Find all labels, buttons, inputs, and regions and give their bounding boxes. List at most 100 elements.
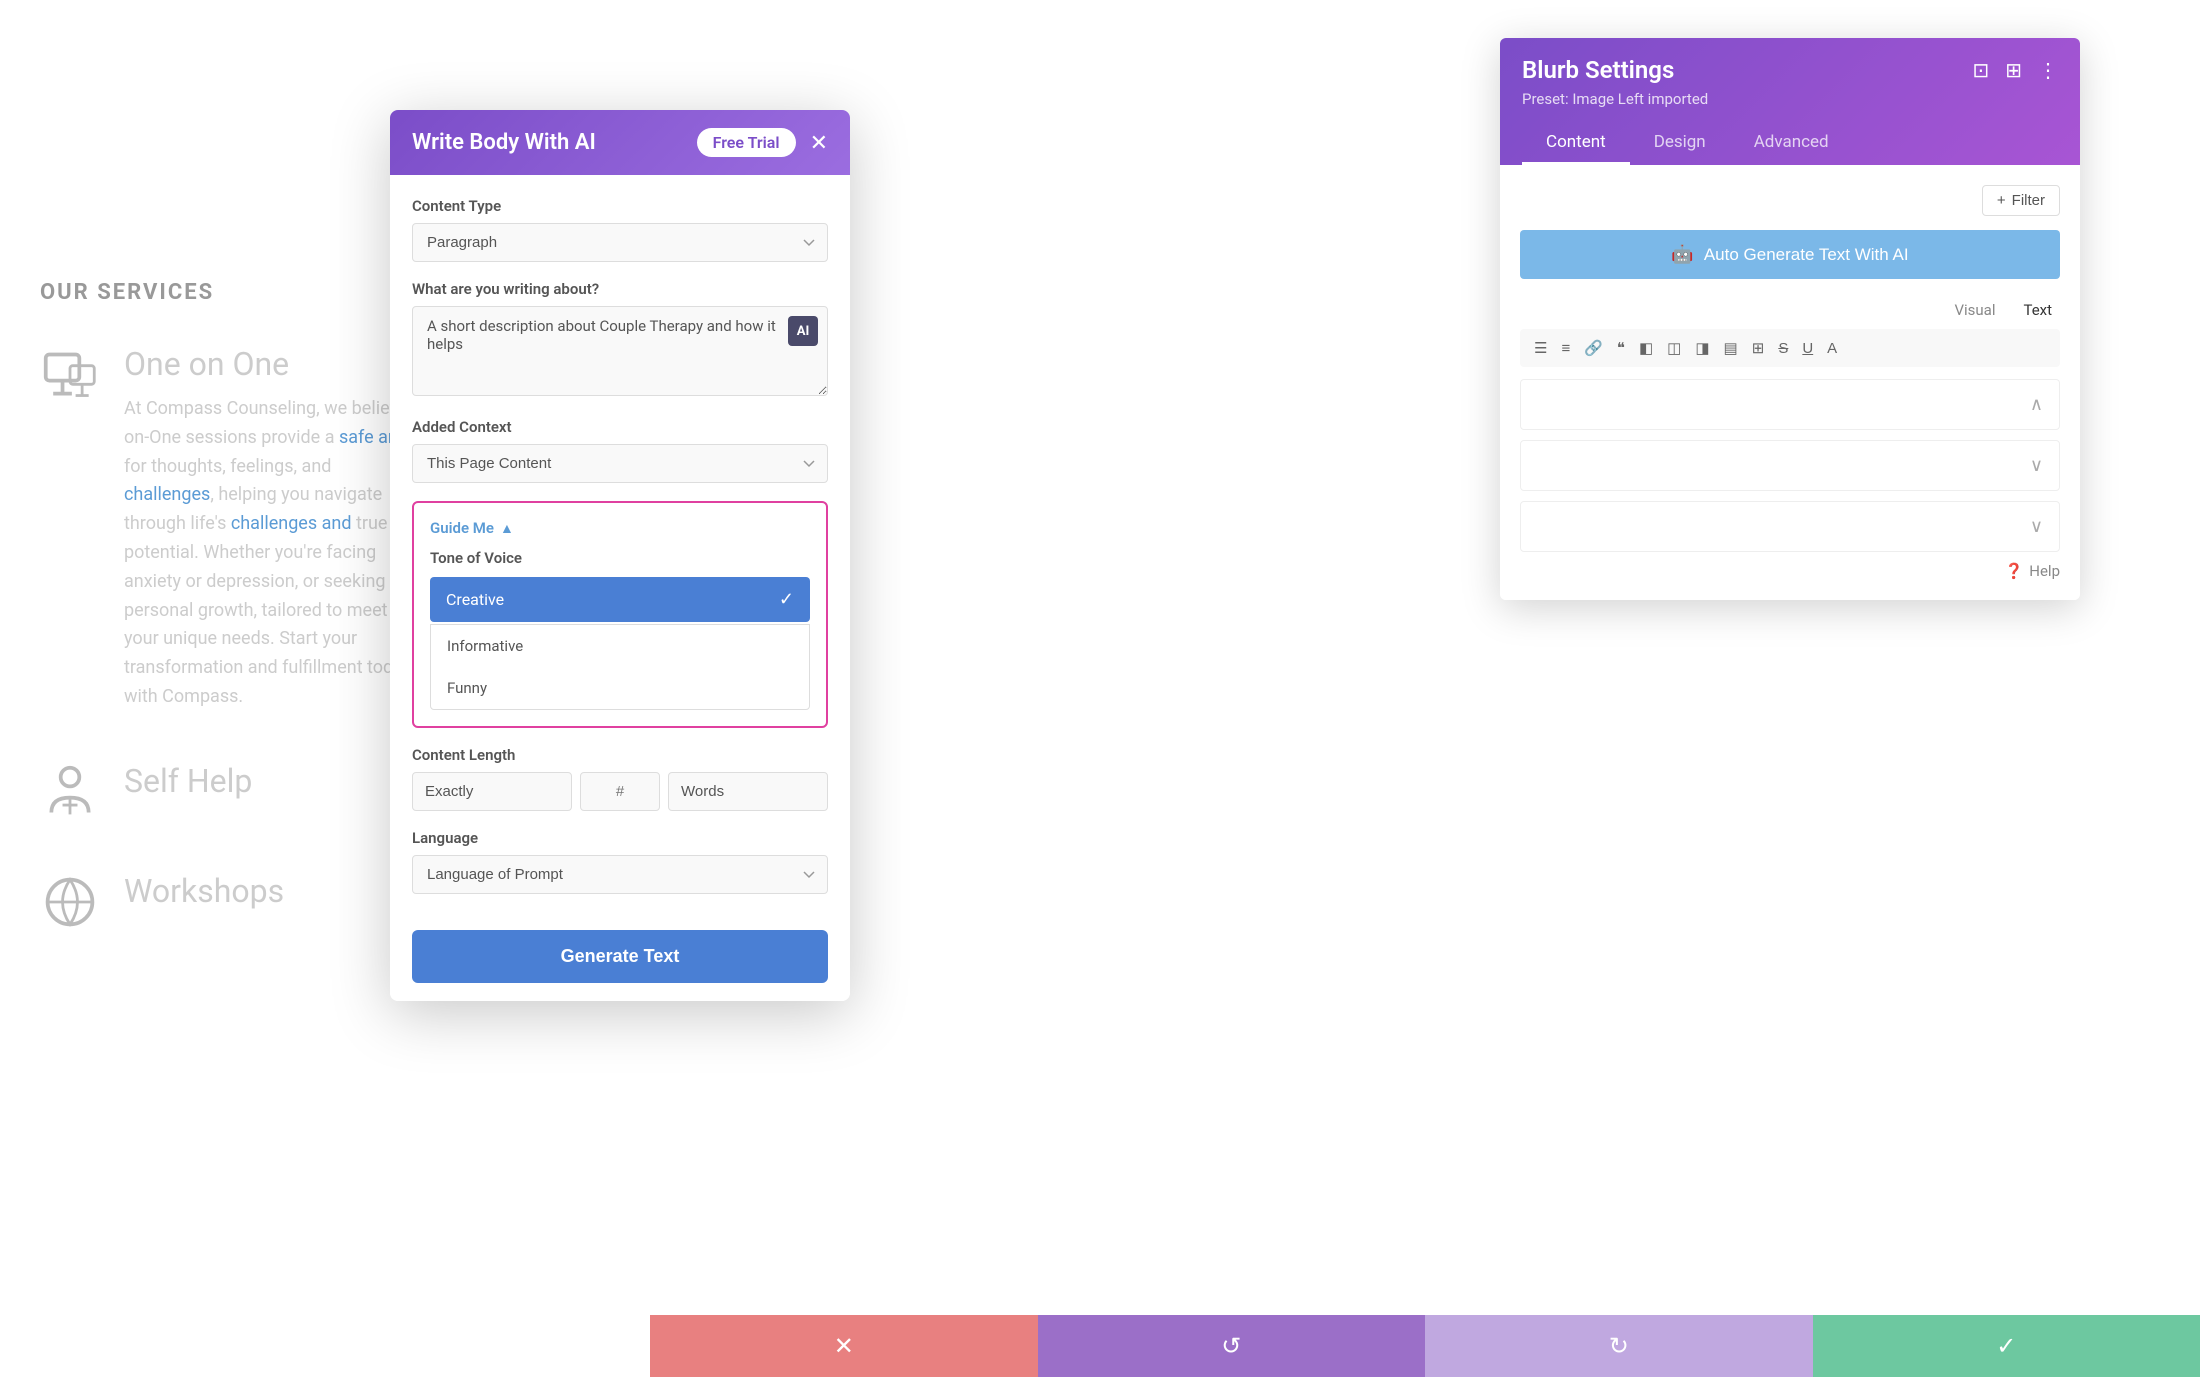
writing-about-textarea[interactable]: A short description about Couple Therapy…	[412, 306, 828, 396]
one-on-one-icon	[40, 345, 100, 405]
toolbar-underline[interactable]: U	[1798, 338, 1817, 359]
tab-content[interactable]: Content	[1522, 122, 1630, 165]
modal-header: Write Body With AI Free Trial ✕	[390, 110, 850, 175]
more-icon[interactable]: ⋮	[2038, 58, 2058, 82]
text-tab[interactable]: Text	[2015, 297, 2060, 323]
free-trial-badge[interactable]: Free Trial	[697, 128, 796, 157]
modal-title: Write Body With AI	[412, 130, 596, 155]
content-length-type-select[interactable]: Exactly Around At Least At Most	[412, 772, 572, 811]
writing-about-label: What are you writing about?	[412, 280, 828, 298]
check-confirm-icon: ✓	[1996, 1332, 2016, 1361]
toolbar-list-ol[interactable]: ≡	[1557, 338, 1574, 359]
content-length-row: Exactly Around At Least At Most Words Se…	[412, 772, 828, 811]
service-one-on-one-description: At Compass Counseling, we believe on-One…	[124, 395, 420, 712]
modal-close-button[interactable]: ✕	[810, 132, 828, 154]
action-confirm-button[interactable]: ✓	[1813, 1315, 2200, 1377]
toolbar-table[interactable]: ⊞	[1748, 337, 1769, 359]
added-context-field: Added Context This Page Content None Cus…	[412, 418, 828, 501]
toolbar-link[interactable]: 🔗	[1580, 337, 1607, 359]
action-close-button[interactable]: ✕	[650, 1315, 1038, 1377]
action-redo-button[interactable]: ↻	[1425, 1315, 1813, 1377]
language-label: Language	[412, 829, 828, 847]
filter-label: Filter	[2012, 192, 2045, 209]
content-length-number-input[interactable]	[580, 772, 660, 811]
write-body-modal: Write Body With AI Free Trial ✕ Content …	[390, 110, 850, 1001]
sidebar-content: OUR SERVICES One on One At Compass Couns…	[40, 280, 420, 982]
toolbar-align-right[interactable]: ◨	[1691, 337, 1713, 359]
tab-advanced[interactable]: Advanced	[1730, 122, 1853, 165]
close-icon: ✕	[834, 1332, 854, 1361]
modal-header-right: Free Trial ✕	[697, 128, 828, 157]
guide-me-section: Guide Me ▲ Tone of Voice Creative ✓ Info…	[412, 501, 828, 728]
undo-icon: ↺	[1221, 1332, 1241, 1361]
filter-button[interactable]: + Filter	[1982, 185, 2060, 216]
action-undo-button[interactable]: ↺	[1038, 1315, 1426, 1377]
blurb-body: + Filter 🤖 Auto Generate Text With AI Vi…	[1500, 165, 2080, 600]
visual-tab[interactable]: Visual	[1946, 297, 2003, 323]
tone-of-voice-label: Tone of Voice	[430, 549, 810, 567]
tone-option-informative[interactable]: Informative	[431, 625, 809, 667]
help-row: ❓ Help	[1520, 562, 2060, 580]
help-label[interactable]: Help	[2029, 562, 2060, 580]
auto-generate-button[interactable]: 🤖 Auto Generate Text With AI	[1520, 230, 2060, 279]
service-workshops-title: Workshops	[124, 872, 284, 910]
toolbar-strike[interactable]: S	[1774, 338, 1792, 359]
toolbar-color[interactable]: A	[1823, 338, 1841, 359]
editor-toolbar: ☰ ≡ 🔗 ❝ ◧ ◫ ◨ ▤ ⊞ S U A	[1520, 329, 2060, 367]
blurb-preset: Preset: Image Left imported	[1522, 90, 2058, 108]
collapsed-section-2[interactable]: ∨	[1520, 440, 2060, 491]
workshops-icon	[40, 872, 100, 932]
tone-dropdown-container: Creative ✓ Informative Funny	[430, 577, 810, 710]
blurb-tabs: Content Design Advanced	[1522, 122, 2058, 165]
action-bar: ✕ ↺ ↻ ✓	[650, 1315, 2200, 1377]
toolbar-align-left[interactable]: ◧	[1635, 337, 1657, 359]
content-length-unit-select[interactable]: Words Sentences Paragraphs	[668, 772, 828, 811]
redo-icon: ↻	[1609, 1332, 1629, 1361]
guide-me-label[interactable]: Guide Me	[430, 519, 494, 537]
guide-me-header: Guide Me ▲	[430, 519, 810, 537]
collapsed-section-1[interactable]: ∧	[1520, 379, 2060, 430]
language-select[interactable]: Language of Prompt English Spanish Frenc…	[412, 855, 828, 894]
modal-body: Content Type Paragraph List Heading What…	[390, 175, 850, 1001]
blurb-header: Blurb Settings ⊡ ⊞ ⋮ Preset: Image Left …	[1500, 38, 2080, 165]
writing-about-wrapper: A short description about Couple Therapy…	[412, 306, 828, 400]
resize-icon[interactable]: ⊡	[1972, 58, 1989, 82]
chevron-down-icon-2: ∨	[2030, 455, 2043, 476]
service-self-help-title: Self Help	[124, 762, 252, 800]
tone-dropdown-options: Informative Funny	[430, 624, 810, 710]
toolbar-list-ul[interactable]: ☰	[1530, 337, 1551, 359]
service-item-workshops: Workshops	[40, 872, 420, 932]
service-one-on-one-info: One on One At Compass Counseling, we bel…	[124, 345, 420, 712]
generate-text-button[interactable]: Generate Text	[412, 930, 828, 983]
toolbar-align-justify[interactable]: ▤	[1720, 337, 1742, 359]
tone-selected-value: Creative	[446, 590, 504, 609]
auto-generate-label: Auto Generate Text With AI	[1704, 245, 1909, 265]
tone-dropdown-selected[interactable]: Creative ✓	[430, 577, 810, 622]
added-context-select[interactable]: This Page Content None Custom	[412, 444, 828, 483]
check-icon: ✓	[779, 589, 794, 610]
service-one-on-one-title: One on One	[124, 345, 420, 383]
toolbar-align-center[interactable]: ◫	[1663, 337, 1685, 359]
chevron-down-icon-3: ∨	[2030, 516, 2043, 537]
content-type-select[interactable]: Paragraph List Heading	[412, 223, 828, 262]
service-self-help-info: Self Help	[124, 762, 252, 812]
service-item-one-on-one: One on One At Compass Counseling, we bel…	[40, 345, 420, 712]
content-length-section: Content Length Exactly Around At Least A…	[412, 746, 828, 811]
editor-row: Visual Text	[1520, 297, 2060, 323]
toolbar-quote[interactable]: ❝	[1613, 337, 1629, 359]
grid-icon[interactable]: ⊞	[2005, 58, 2022, 82]
content-type-label: Content Type	[412, 197, 828, 215]
tab-design[interactable]: Design	[1630, 122, 1730, 165]
language-field: Language Language of Prompt English Span…	[412, 829, 828, 912]
collapsed-section-3[interactable]: ∨	[1520, 501, 2060, 552]
content-type-field: Content Type Paragraph List Heading	[412, 197, 828, 280]
blurb-title: Blurb Settings	[1522, 56, 1674, 84]
added-context-label: Added Context	[412, 418, 828, 436]
self-help-icon	[40, 762, 100, 822]
help-circle-icon: ❓	[2005, 562, 2024, 580]
chevron-down-icon-1: ∧	[2030, 394, 2043, 415]
filter-plus-icon: +	[1997, 192, 2006, 209]
blurb-title-row: Blurb Settings ⊡ ⊞ ⋮	[1522, 56, 2058, 84]
content-length-label: Content Length	[412, 746, 828, 764]
tone-option-funny[interactable]: Funny	[431, 667, 809, 709]
